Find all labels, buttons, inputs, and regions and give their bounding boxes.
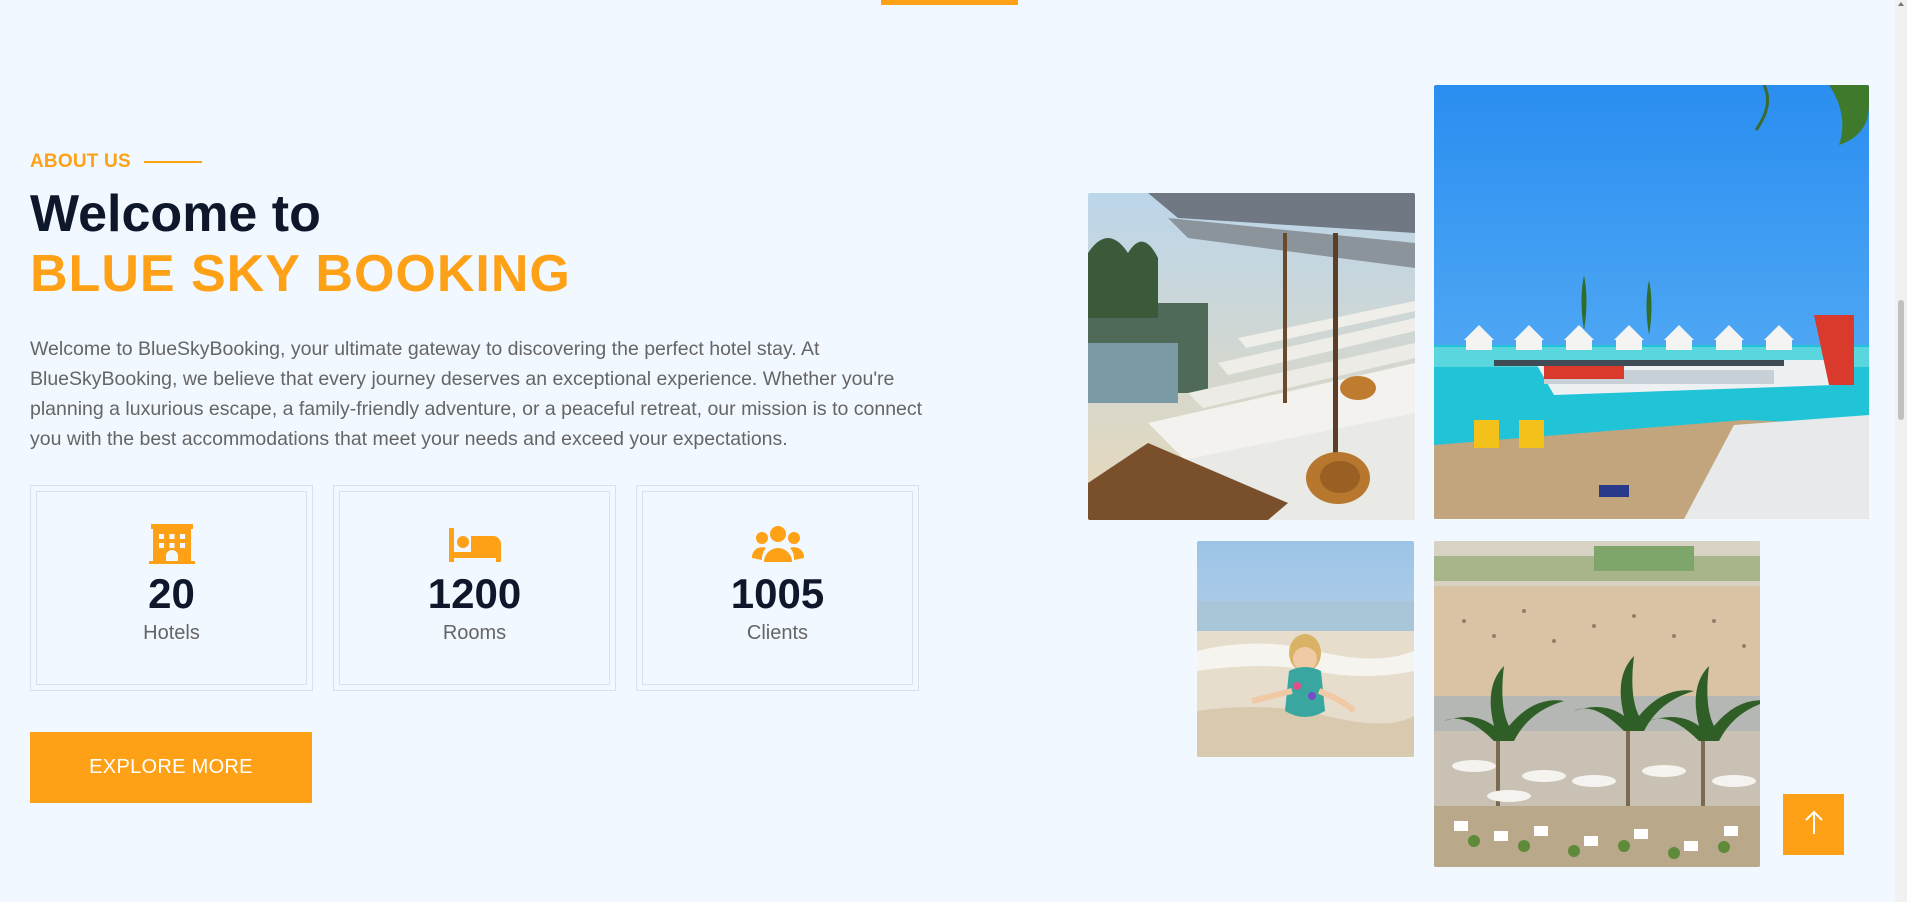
photo-beach-restaurant [1434, 541, 1760, 867]
users-icon [751, 524, 804, 564]
stat-card-hotels: 20 Hotels [30, 485, 313, 691]
stat-label: Hotels [143, 622, 200, 644]
stat-value: 1005 [730, 570, 825, 617]
top-accent-bar [881, 0, 1018, 5]
stat-card-rooms: 1200 Rooms [333, 485, 616, 691]
eyebrow-line [143, 161, 202, 163]
eyebrow-label: ABOUT US [30, 151, 131, 172]
scroll-up-arrow-icon[interactable] [1898, 2, 1904, 6]
title-line-2: BLUE SKY BOOKING [30, 245, 571, 303]
title-line-1: Welcome to [30, 185, 321, 243]
photo-child-on-beach [1197, 541, 1414, 757]
page-title: Welcome to BLUE SKY BOOKING [30, 184, 920, 304]
about-description: Welcome to BlueSkyBooking, your ultimate… [30, 338, 923, 450]
back-to-top-button[interactable] [1783, 794, 1844, 855]
hotel-icon [148, 524, 195, 564]
stat-value: 1200 [427, 570, 522, 617]
stat-label: Rooms [442, 622, 507, 644]
stat-card-clients: 1005 Clients [636, 485, 919, 691]
stats-row: 20 Hotels 1200 Rooms 1005 Clients [30, 485, 919, 691]
explore-more-button[interactable]: EXPLORE MORE [30, 732, 312, 803]
photo-beach-loungers [1088, 193, 1415, 520]
section-eyebrow: ABOUT US [30, 150, 920, 174]
photo-seaplane-dock [1434, 85, 1869, 519]
page-scrollbar[interactable] [1895, 0, 1907, 902]
stat-value: 20 [148, 570, 195, 617]
about-section: ABOUT US Welcome to BLUE SKY BOOKING Wel… [30, 150, 922, 474]
bed-icon [448, 524, 501, 564]
scrollbar-thumb[interactable] [1898, 300, 1904, 420]
stat-label: Clients [746, 622, 809, 644]
arrow-up-icon [1804, 810, 1824, 839]
